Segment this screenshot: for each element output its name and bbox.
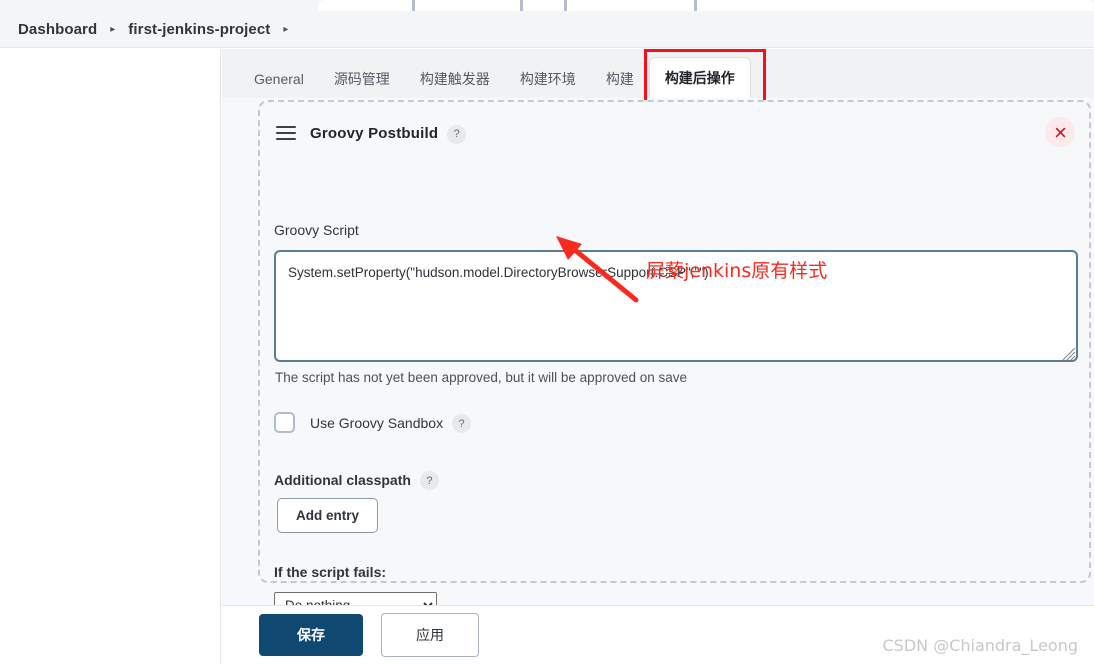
breadcrumb-item-dashboard[interactable]: Dashboard <box>18 21 97 38</box>
top-toolbar-strip <box>0 0 1094 12</box>
sidebar <box>0 49 221 664</box>
save-button[interactable]: 保存 <box>259 614 363 656</box>
help-icon-groovy-sandbox[interactable]: ? <box>452 414 472 433</box>
tab-build-environment[interactable]: 构建环境 <box>505 60 591 98</box>
form-action-bar: 保存 应用 <box>222 605 1094 664</box>
drag-handle-icon[interactable] <box>276 126 296 140</box>
breadcrumb-dropdown-icon[interactable]: ▸ <box>283 24 288 35</box>
add-entry-wrapper: Add entry <box>277 498 379 533</box>
groovy-postbuild-card: Groovy Postbuild ? Groovy Script The scr… <box>258 100 1091 618</box>
close-icon[interactable] <box>1045 117 1075 147</box>
breadcrumb-separator-icon: ▸ <box>110 23 116 35</box>
use-groovy-sandbox-checkbox[interactable] <box>274 412 295 433</box>
use-groovy-sandbox-label: Use Groovy Sandbox <box>310 414 444 431</box>
tab-post-build-actions[interactable]: 构建后操作 <box>648 57 751 98</box>
card-header: Groovy Postbuild ? <box>276 117 1075 148</box>
page-root: Dashboard ▸ first-jenkins-project ▸ Gene… <box>0 0 1094 664</box>
add-entry-button[interactable]: Add entry <box>277 498 379 533</box>
tab-general[interactable]: General <box>239 60 319 98</box>
use-groovy-sandbox-row[interactable]: Use Groovy Sandbox ? <box>274 412 472 433</box>
toolbar-stub-mark <box>694 0 697 11</box>
apply-button[interactable]: 应用 <box>381 613 479 657</box>
breadcrumb: Dashboard ▸ first-jenkins-project ▸ <box>0 12 1094 48</box>
help-icon-additional-classpath[interactable]: ? <box>419 471 439 490</box>
tab-strip-stub <box>318 0 1094 11</box>
config-tabbar: General 源码管理 构建触发器 构建环境 构建 构建后操作 <box>222 49 1094 98</box>
toolbar-stub-mark <box>564 0 567 11</box>
script-approval-note: The script has not yet been approved, bu… <box>275 370 688 385</box>
card-title: Groovy Postbuild <box>310 124 439 142</box>
main-content: General 源码管理 构建触发器 构建环境 构建 构建后操作 Groovy … <box>222 49 1094 664</box>
breadcrumb-item-project[interactable]: first-jenkins-project <box>128 21 270 38</box>
toolbar-stub-mark <box>520 0 523 11</box>
additional-classpath-row: Additional classpath ? <box>274 470 439 490</box>
if-script-fails-label: If the script fails: <box>274 564 387 580</box>
annotation-text: 屏蔾jenkins原有样式 <box>646 260 828 282</box>
tab-build[interactable]: 构建 <box>591 60 649 98</box>
tab-build-triggers[interactable]: 构建触发器 <box>405 60 505 98</box>
groovy-script-label: Groovy Script <box>274 222 359 238</box>
toolbar-stub-mark <box>412 0 415 11</box>
additional-classpath-label: Additional classpath <box>274 471 411 488</box>
help-icon-groovy-postbuild[interactable]: ? <box>447 124 467 144</box>
tab-source-code-management[interactable]: 源码管理 <box>319 60 405 98</box>
